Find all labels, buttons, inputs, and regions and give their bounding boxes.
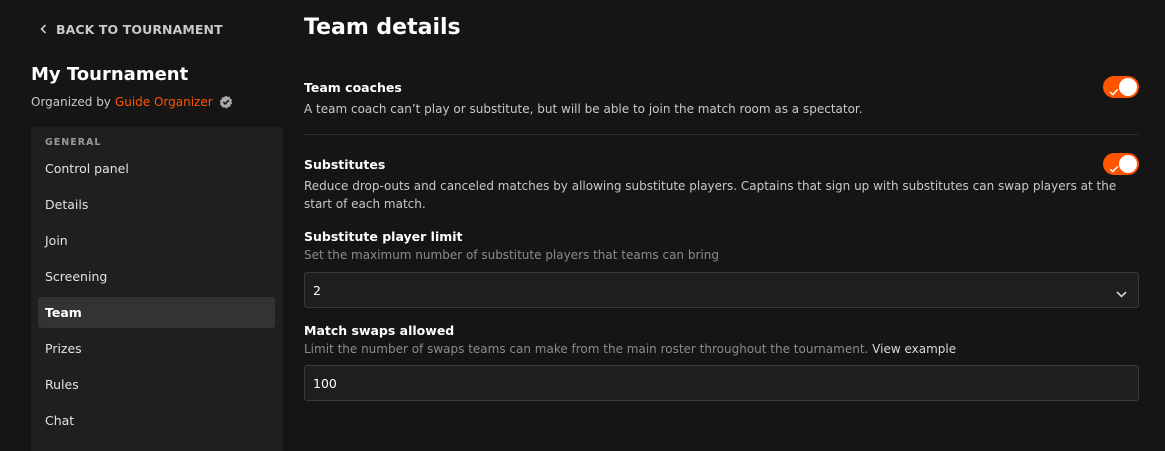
check-icon [1109, 159, 1119, 178]
toggle-knob [1119, 155, 1137, 173]
chevron-down-icon [1116, 286, 1127, 301]
settings-sidebar: GENERAL Control panel Details Join Scree… [31, 127, 283, 451]
substitute-limit-label: Substitute player limit [304, 229, 463, 244]
match-swaps-help: Limit the number of swaps teams can make… [304, 342, 869, 356]
match-swaps-value: 100 [313, 375, 337, 391]
verified-badge-icon [219, 95, 233, 109]
tournament-title: My Tournament [31, 64, 189, 85]
sidebar-item-join[interactable]: Join [38, 225, 275, 256]
chevron-left-icon [40, 24, 47, 34]
sidebar-item-chat[interactable]: Chat [38, 405, 275, 436]
substitutes-toggle[interactable] [1103, 153, 1139, 175]
view-example-link[interactable]: View example [872, 342, 956, 356]
match-swaps-input[interactable]: 100 [304, 365, 1139, 401]
sidebar-item-details[interactable]: Details [38, 189, 275, 220]
substitute-limit-value: 2 [313, 282, 321, 298]
team-coaches-toggle[interactable] [1103, 76, 1139, 98]
sidebar-section-general: GENERAL [45, 137, 102, 148]
back-to-tournament-link[interactable]: BACK TO TOURNAMENT [40, 20, 223, 38]
page-title: Team details [304, 15, 461, 40]
section-divider [304, 134, 1139, 135]
check-icon [1109, 82, 1119, 101]
substitutes-title: Substitutes [304, 157, 386, 172]
match-swaps-label: Match swaps allowed [304, 323, 455, 338]
match-swaps-help-line: Limit the number of swaps teams can make… [304, 340, 956, 358]
team-coaches-title: Team coaches [304, 80, 402, 95]
team-coaches-description: A team coach can’t play or substitute, b… [304, 102, 863, 116]
sidebar-item-screening[interactable]: Screening [38, 261, 275, 292]
sidebar-item-team[interactable]: Team [38, 297, 275, 328]
organizer-line: Organized by Guide Organizer [31, 95, 233, 109]
organized-by-label: Organized by [31, 95, 111, 109]
team-details-panel: Team details Team coaches A team coach c… [304, 0, 1139, 451]
sidebar-item-prizes[interactable]: Prizes [38, 333, 275, 364]
substitute-limit-select[interactable]: 2 [304, 272, 1139, 308]
tournament-team-settings-page: BACK TO TOURNAMENT My Tournament Organiz… [0, 0, 1165, 451]
toggle-knob [1119, 78, 1137, 96]
back-label: BACK TO TOURNAMENT [56, 21, 223, 37]
substitute-limit-help: Set the maximum number of substitute pla… [304, 248, 719, 262]
organizer-link[interactable]: Guide Organizer [115, 95, 213, 109]
sidebar-item-rules[interactable]: Rules [38, 369, 275, 400]
substitutes-description: Reduce drop-outs and canceled matches by… [304, 179, 1117, 211]
sidebar-item-control-panel[interactable]: Control panel [38, 153, 275, 184]
